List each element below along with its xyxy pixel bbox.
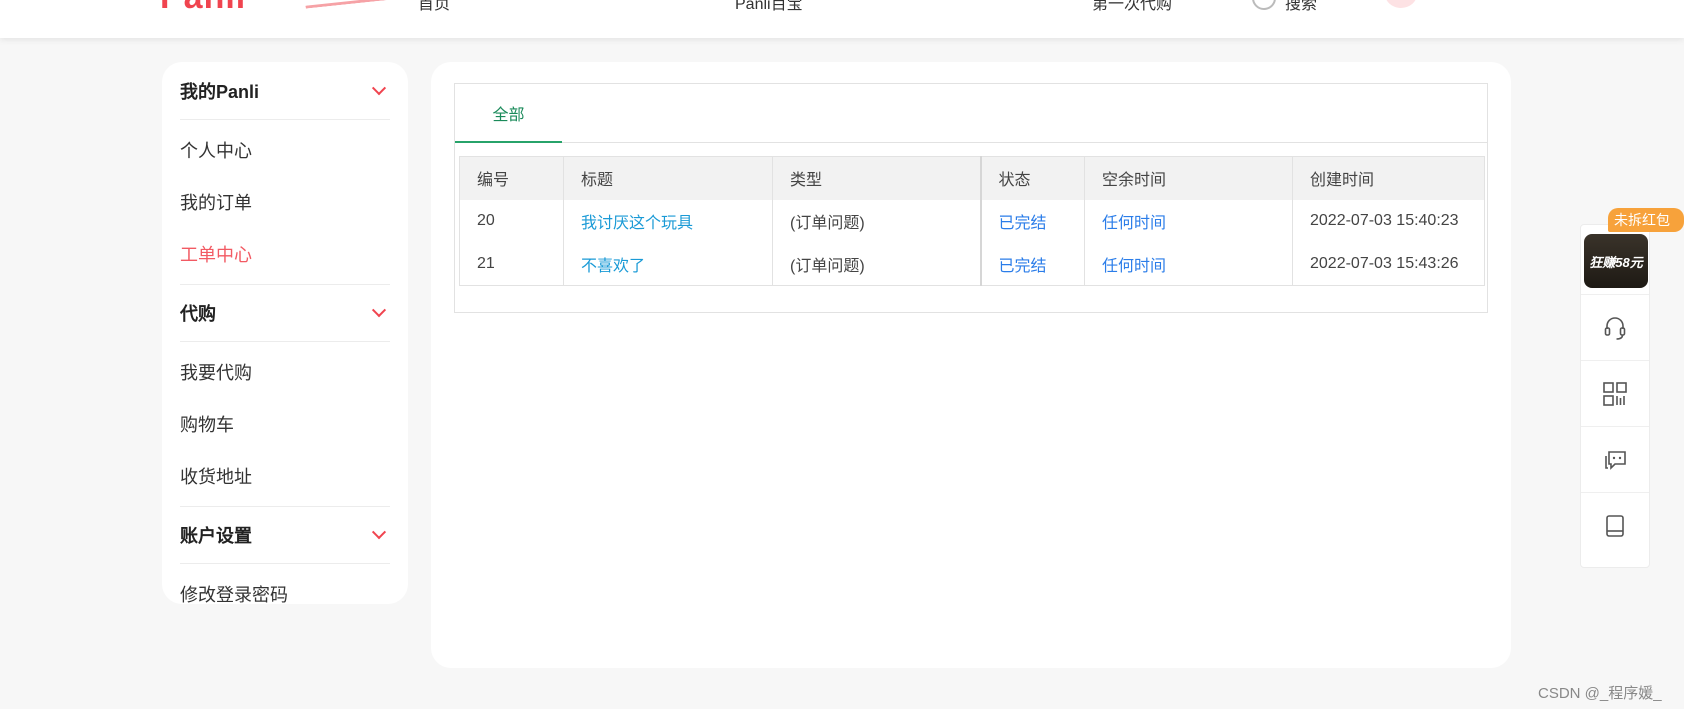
column-header-title: 标题 xyxy=(563,156,773,200)
table-row[interactable]: 21 不喜欢了 (订单问题) 已完结 任何时间 2022-07-03 15:43… xyxy=(459,242,1485,286)
column-header-created-time: 创建时间 xyxy=(1292,156,1485,200)
top-header: Panli 首页 Panli百宝 第一次代购 搜索 xyxy=(0,0,1684,38)
cell-id: 21 xyxy=(459,242,564,286)
column-header-free-time: 空余时间 xyxy=(1084,156,1293,200)
tab-bar: 全部 xyxy=(455,84,1487,143)
sidebar-item-personal-center[interactable]: 个人中心 xyxy=(180,124,390,176)
cell-type: (订单问题) xyxy=(772,199,981,243)
chevron-down-icon[interactable] xyxy=(371,303,387,318)
column-header-type: 类型 xyxy=(772,156,981,200)
nav-search-label[interactable]: 搜索 xyxy=(1285,0,1317,14)
cell-free-time[interactable]: 任何时间 xyxy=(1084,199,1293,243)
sidebar-item-my-orders[interactable]: 我的订单 xyxy=(180,176,390,228)
qrcode-icon xyxy=(1603,381,1627,406)
nav-first-purchase[interactable]: 第一次代购 xyxy=(1092,0,1172,14)
logo-swoosh xyxy=(304,0,396,9)
table-row[interactable]: 20 我讨厌这个玩具 (订单问题) 已完结 任何时间 2022-07-03 15… xyxy=(459,199,1485,243)
sidebar-item-buy-for-me[interactable]: 我要代购 xyxy=(180,346,390,398)
sidebar-group-my-panli: 我的Panli 个人中心 我的订单 工单中心 xyxy=(180,62,390,284)
main-panel: 全部 编号 标题 类型 状态 空余时间 创建时间 20 我讨厌这个玩具 (订单问… xyxy=(431,62,1511,668)
avatar[interactable] xyxy=(1385,0,1417,8)
headset-icon xyxy=(1604,316,1626,340)
sidebar-group-title: 代购 xyxy=(180,304,216,324)
sidebar-group-header[interactable]: 代购 xyxy=(180,284,390,342)
sidebar-item-shipping-address[interactable]: 收货地址 xyxy=(180,450,390,502)
chevron-down-icon[interactable] xyxy=(371,80,387,95)
sidebar-item-change-password[interactable]: 修改登录密码 xyxy=(180,568,390,620)
sidebar-group-header[interactable]: 账户设置 xyxy=(180,506,390,564)
sidebar: 我的Panli 个人中心 我的订单 工单中心 代购 我要代购 购物车 收货地址 … xyxy=(162,62,408,605)
ticket-list-box: 全部 编号 标题 类型 状态 空余时间 创建时间 20 我讨厌这个玩具 (订单问… xyxy=(454,83,1488,313)
cell-free-time[interactable]: 任何时间 xyxy=(1084,242,1293,286)
message-button[interactable] xyxy=(1581,427,1649,493)
chat-icon xyxy=(1605,450,1626,470)
cell-title-link[interactable]: 不喜欢了 xyxy=(563,242,773,286)
qrcode-button[interactable] xyxy=(1581,361,1649,427)
app-download-button[interactable] xyxy=(1581,493,1649,559)
sidebar-group-header[interactable]: 我的Panli xyxy=(180,62,390,120)
column-header-status: 状态 xyxy=(979,156,1085,200)
ticket-table: 编号 标题 类型 状态 空余时间 创建时间 20 我讨厌这个玩具 (订单问题) … xyxy=(459,156,1485,286)
sidebar-item-ticket-center[interactable]: 工单中心 xyxy=(180,228,390,280)
cell-created-time: 2022-07-03 15:43:26 xyxy=(1292,242,1485,286)
cell-title-link[interactable]: 我讨厌这个玩具 xyxy=(563,199,773,243)
tab-all[interactable]: 全部 xyxy=(455,84,562,143)
sidebar-group-daigou: 代购 我要代购 购物车 收货地址 xyxy=(180,284,390,506)
red-packet-badge-wrap: 未拆红包 xyxy=(1608,208,1684,232)
promo-image[interactable]: 狂赚58元 xyxy=(1584,234,1648,288)
table-header-row: 编号 标题 类型 状态 空余时间 创建时间 xyxy=(459,156,1485,200)
nav-home[interactable]: 首页 xyxy=(418,0,450,14)
chevron-down-icon[interactable] xyxy=(371,525,387,540)
nav-panli-baibao[interactable]: Panli百宝 xyxy=(735,0,803,14)
cell-type: (订单问题) xyxy=(772,242,981,286)
customer-service-button[interactable] xyxy=(1581,295,1649,361)
sidebar-item-cart[interactable]: 购物车 xyxy=(180,398,390,450)
watermark: CSDN @_程序媛_ xyxy=(1538,685,1662,702)
cell-created-time: 2022-07-03 15:40:23 xyxy=(1292,199,1485,243)
cell-id: 20 xyxy=(459,199,564,243)
column-header-id: 编号 xyxy=(459,156,564,200)
cell-status[interactable]: 已完结 xyxy=(979,199,1085,243)
sidebar-group-account-settings: 账户设置 修改登录密码 xyxy=(180,506,390,624)
sidebar-group-title: 我的Panli xyxy=(180,81,260,102)
sidebar-group-title: 账户设置 xyxy=(180,526,252,546)
cell-status[interactable]: 已完结 xyxy=(979,242,1085,286)
search-icon[interactable] xyxy=(1252,0,1276,10)
panli-logo[interactable]: Panli xyxy=(160,0,246,17)
red-packet-badge[interactable]: 未拆红包 xyxy=(1608,208,1684,232)
tablet-icon xyxy=(1606,515,1624,537)
